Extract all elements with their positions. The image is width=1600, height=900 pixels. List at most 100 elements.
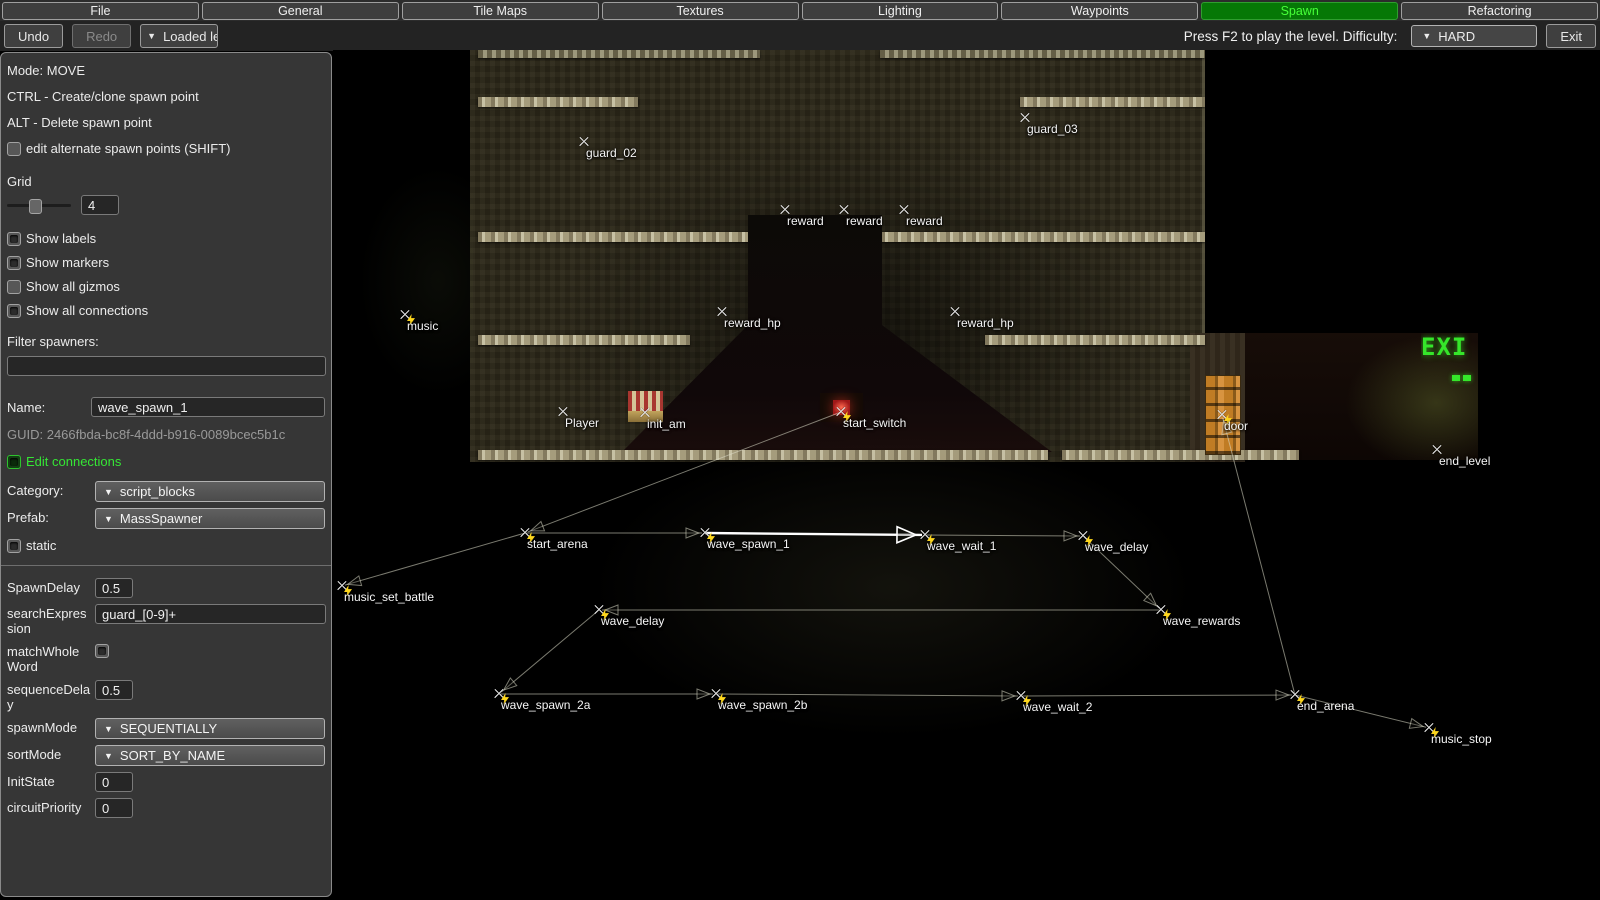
tab-lighting[interactable]: Lighting [802, 2, 999, 20]
show-all-connections-label: Show all connections [26, 303, 148, 318]
matchwholeword-checkbox[interactable] [95, 644, 109, 658]
connection-start_arena-music_set_battle [345, 533, 525, 585]
sequencedelay-label: sequenceDelay [7, 680, 91, 712]
spawner-label: wave_spawn_2a [501, 698, 590, 712]
connection-end_arena-door [1223, 418, 1295, 695]
connection-wave_wait_1-wave_delay_1 [925, 535, 1080, 536]
name-label: Name: [7, 400, 91, 415]
mode-text: Mode: MOVE [7, 63, 325, 78]
level-canvas[interactable]: EXI guard_02guard_03rewardrewardrewardmu… [333, 50, 1600, 900]
redo-button[interactable]: Redo [72, 24, 131, 48]
spawner-label: reward [787, 214, 824, 228]
edit-connections-checkbox[interactable] [7, 455, 21, 469]
alt-spawn-checkbox-label: edit alternate spawn points (SHIFT) [26, 141, 230, 156]
spawner-label: Player [565, 416, 599, 430]
tab-general[interactable]: General [202, 2, 399, 20]
connection-arrowhead [1064, 531, 1077, 541]
spawner-label: end_level [1439, 454, 1490, 468]
initstate-input[interactable] [95, 772, 133, 792]
tab-refactoring[interactable]: Refactoring [1401, 2, 1598, 20]
spawner-label: guard_03 [1027, 122, 1078, 136]
spawner-label: wave_spawn_2b [718, 698, 807, 712]
spawndelay-label: SpawnDelay [7, 578, 91, 595]
spawner-label: door [1224, 419, 1248, 433]
connection-arrowhead [1002, 691, 1015, 701]
tab-file[interactable]: File [2, 2, 199, 20]
connection-arrowhead [686, 528, 699, 538]
grid-label: Grid [7, 174, 325, 189]
static-checkbox[interactable] [7, 539, 21, 553]
exit-button[interactable]: Exit [1546, 24, 1596, 48]
spawner-label: music_set_battle [344, 590, 434, 604]
spawner-label: guard_02 [586, 146, 637, 160]
category-dropdown[interactable]: ▼ script_blocks [95, 481, 325, 502]
circuitpriority-input[interactable] [95, 798, 133, 818]
spawn-editor-panel: Mode: MOVE CTRL - Create/clone spawn poi… [0, 52, 332, 897]
spawner-label: end_arena [1297, 699, 1354, 713]
name-input[interactable] [91, 397, 325, 417]
chevron-down-icon: ▼ [147, 31, 156, 41]
prefab-label: Prefab: [7, 508, 91, 525]
show-markers-checkbox[interactable] [7, 256, 21, 270]
sortmode-dropdown[interactable]: ▼ SORT_BY_NAME [95, 745, 325, 766]
connection-wave_wait_2-end_arena [1021, 695, 1292, 696]
play-hint-text: Press F2 to play the level. Difficulty: [1184, 29, 1398, 44]
spawner-label: wave_delay [601, 614, 664, 628]
grid-value-input[interactable] [81, 195, 119, 215]
connection-wave_spawn_2b-wave_wait_2 [716, 694, 1018, 696]
prefab-value: MassSpawner [120, 511, 202, 526]
chevron-down-icon: ▼ [104, 514, 113, 524]
show-labels-checkbox[interactable] [7, 232, 21, 246]
searchexpression-input[interactable] [95, 604, 326, 624]
divider [1, 565, 331, 566]
spawner-label: reward [846, 214, 883, 228]
alt-spawn-checkbox[interactable] [7, 142, 21, 156]
loaded-level-label: Loaded lev [163, 29, 218, 44]
undo-button[interactable]: Undo [4, 24, 63, 48]
tab-spawn[interactable]: Spawn [1201, 2, 1398, 20]
tab-waypoints[interactable]: Waypoints [1001, 2, 1198, 20]
prefab-dropdown[interactable]: ▼ MassSpawner [95, 508, 325, 529]
spawner-label: reward [906, 214, 943, 228]
spawnmode-dropdown[interactable]: ▼ SEQUENTIALLY [95, 718, 325, 739]
spawner-label: wave_wait_1 [927, 539, 996, 553]
difficulty-dropdown[interactable]: ▼ HARD [1411, 25, 1537, 47]
matchwholeword-label: matchWholeWord [7, 642, 91, 674]
spawner-label: init_am [647, 417, 686, 431]
show-all-gizmos-checkbox[interactable] [7, 280, 21, 294]
chevron-down-icon: ▼ [104, 487, 113, 497]
tab-tile-maps[interactable]: Tile Maps [402, 2, 599, 20]
spawner-label: reward_hp [724, 316, 781, 330]
difficulty-value: HARD [1438, 29, 1475, 44]
grid-slider[interactable] [7, 204, 71, 207]
spawner-label: wave_wait_2 [1023, 700, 1092, 714]
grid-slider-knob[interactable] [29, 199, 42, 214]
spawndelay-input[interactable] [95, 578, 133, 598]
sortmode-label: sortMode [7, 745, 91, 762]
initstate-label: InitState [7, 772, 91, 789]
show-all-connections-checkbox[interactable] [7, 304, 21, 318]
connection-wave_delay_2-wave_spawn_2a [501, 610, 599, 692]
sequencedelay-input[interactable] [95, 680, 133, 700]
static-label: static [26, 538, 56, 553]
connection-arrowhead [697, 689, 710, 699]
spawner-label: wave_delay [1085, 540, 1148, 554]
filter-spawners-input[interactable] [7, 356, 326, 376]
show-markers-label: Show markers [26, 255, 109, 270]
loaded-level-dropdown[interactable]: ▼ Loaded lev [140, 24, 218, 48]
edit-connections-label: Edit connections [26, 454, 121, 469]
tab-textures[interactable]: Textures [602, 2, 799, 20]
connection-arrowhead [1276, 690, 1289, 700]
connection-wave_spawn_1-wave_wait_1 [705, 533, 922, 535]
sortmode-value: SORT_BY_NAME [120, 748, 225, 763]
spawnmode-label: spawnMode [7, 718, 91, 735]
category-value: script_blocks [120, 484, 195, 499]
ctrl-hint-text: CTRL - Create/clone spawn point [7, 89, 325, 104]
connection-arrowhead [531, 522, 545, 531]
searchexpression-label: searchExpression [7, 604, 91, 636]
connection-arrowhead [504, 678, 517, 690]
chevron-down-icon: ▼ [104, 724, 113, 734]
category-label: Category: [7, 481, 91, 498]
connection-arrowhead [1409, 719, 1423, 729]
spawner-label: music_stop [1431, 732, 1492, 746]
